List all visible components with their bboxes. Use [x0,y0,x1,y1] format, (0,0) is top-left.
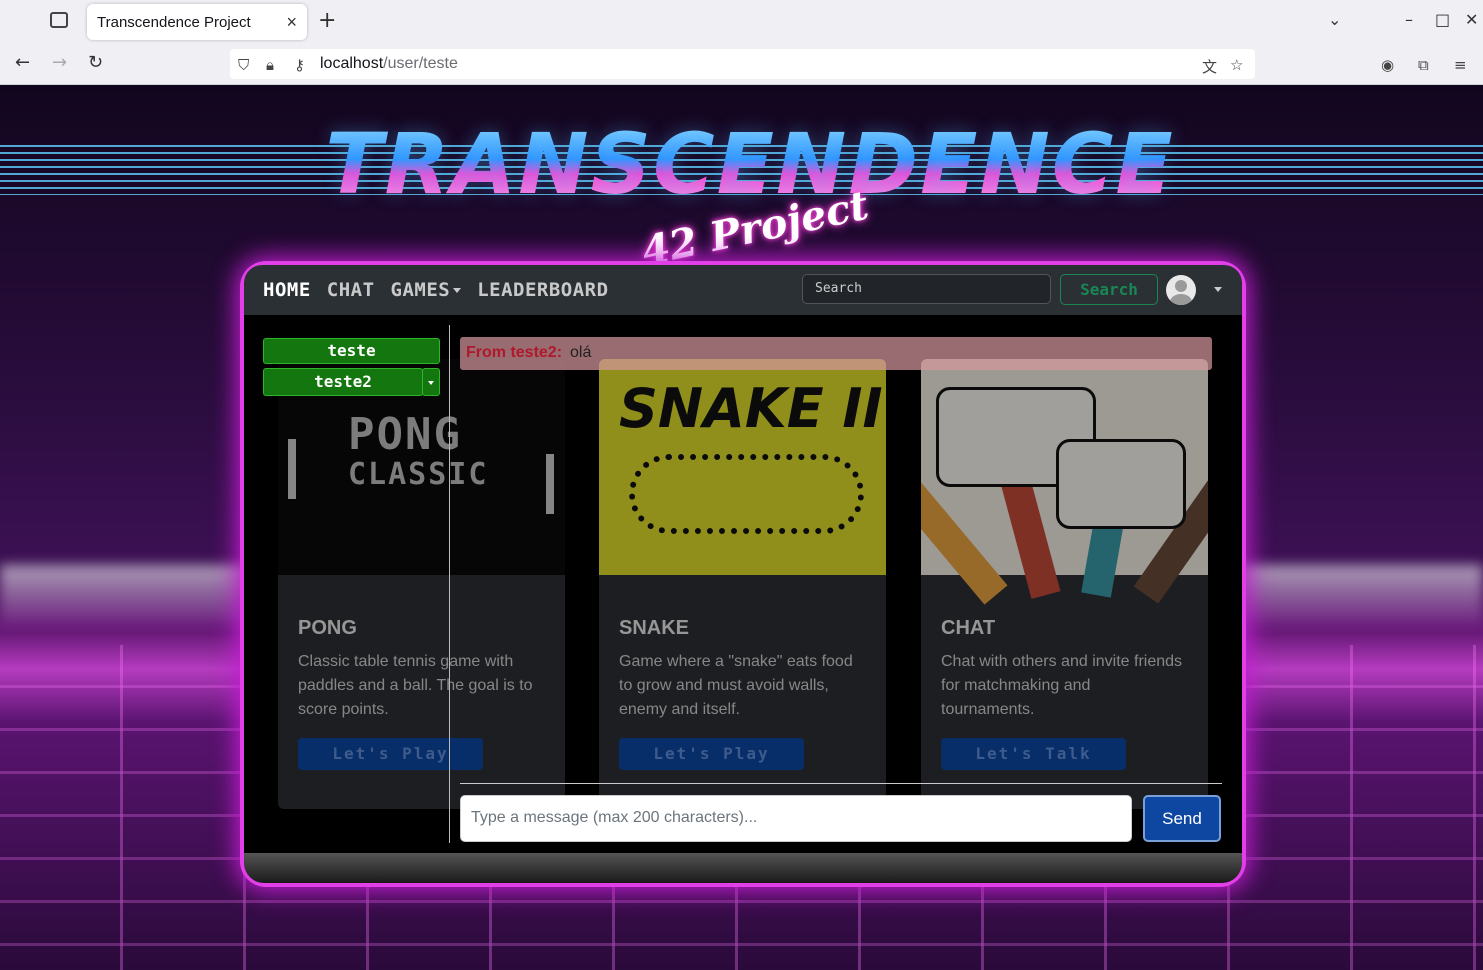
nav-leaderboard[interactable]: LEADERBOARD [477,279,608,301]
user-menu-chevron-icon[interactable] [1214,287,1222,292]
url-bar[interactable]: localhost/user/teste [230,49,1255,79]
chat-overlay [244,315,1242,855]
nav-games-label: GAMES [390,279,451,301]
close-window-icon[interactable]: ✕ [1465,10,1478,29]
reload-icon[interactable]: ↻ [88,52,103,73]
url-host: localhost [320,55,384,72]
message-text: olá [570,344,592,361]
chat-divider [449,325,450,843]
browser-tab[interactable]: Transcendence Project × [87,4,307,40]
message-input[interactable]: Type a message (max 200 characters)... [460,795,1132,842]
extensions-icon[interactable]: ⧉ [1418,56,1429,74]
search-button[interactable]: Search [1060,274,1158,305]
main-frame: HOME CHAT GAMES LEADERBOARD Search Searc… [244,265,1242,883]
tab-title: Transcendence Project [97,13,251,31]
nav-games[interactable]: GAMES [391,279,462,301]
shield-icon[interactable]: ⛉ [238,56,249,74]
browser-chrome: Transcendence Project × + ⌄ – □ ✕ ← → ↻ … [0,0,1483,85]
account-icon[interactable]: ◉ [1381,56,1394,74]
nav-home[interactable]: HOME [263,279,311,301]
chat-input-divider [460,783,1222,784]
top-nav: HOME CHAT GAMES LEADERBOARD Search Searc… [244,265,1242,315]
logo-title: TRANSCENDENCE [310,115,1190,213]
forward-icon[interactable]: → [52,52,67,73]
chat-user-button[interactable]: teste [263,338,440,364]
chevron-down-icon[interactable]: ⌄ [1328,10,1341,29]
search-input[interactable]: Search [802,274,1051,304]
bookmark-star-icon[interactable]: ☆ [1230,56,1243,74]
message-sender: From teste2: [466,344,563,361]
back-icon[interactable]: ← [15,52,30,73]
chat-message: From teste2: olá [460,337,1212,370]
chevron-down-icon [453,288,462,293]
avatar-body-icon [1170,294,1192,305]
avatar-head-icon [1175,280,1187,292]
site-logo: TRANSCENDENCE 42 Project [310,115,1190,275]
url-path: /user/teste [383,55,458,72]
nav-chat[interactable]: CHAT [327,279,375,301]
close-tab-icon[interactable]: × [286,12,297,33]
tab-bar: Transcendence Project × + ⌄ – □ ✕ [0,0,1483,44]
page: TRANSCENDENCE 42 Project HOME CHAT GAMES… [0,85,1483,970]
maximize-icon[interactable]: □ [1435,10,1450,29]
send-button[interactable]: Send [1143,795,1221,842]
key-icon[interactable]: ⚷ [294,56,305,74]
translate-icon[interactable]: 文 [1202,56,1217,77]
minimize-icon[interactable]: – [1405,10,1413,29]
tab-list-icon[interactable] [50,12,68,28]
frame-footer [244,853,1242,883]
avatar[interactable] [1166,275,1196,305]
chevron-down-icon [428,381,434,385]
menu-icon[interactable]: ≡ [1454,56,1467,74]
lock-icon[interactable]: 🔒︎ [266,56,274,74]
new-tab-icon[interactable]: + [318,8,336,33]
chat-user-button[interactable]: teste2 [263,368,423,396]
user-options-dropdown[interactable] [422,368,440,396]
